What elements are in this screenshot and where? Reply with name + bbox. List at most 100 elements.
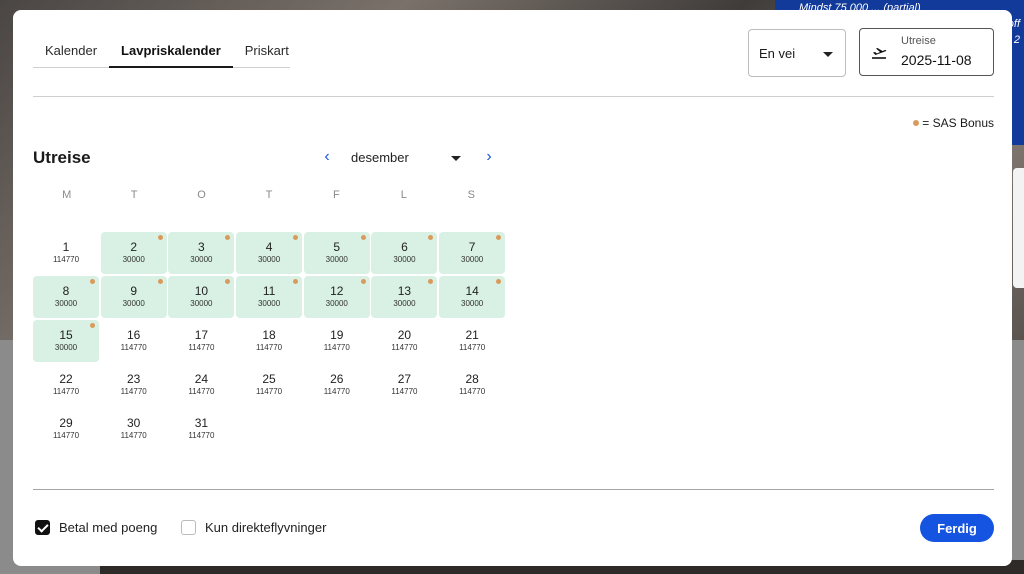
background-card-edge [1013,168,1024,288]
day-grid: 1 114770 2 30000 3 30000 4 30000 5 30000 6 30000 7 30… [33,232,506,450]
day-cell[interactable]: 17 114770 [168,320,234,362]
day-price: 114770 [391,343,418,352]
day-number: 11 [262,284,276,298]
day-number: 28 [465,372,479,386]
tab-kalender[interactable]: Kalender [33,40,109,68]
direct-flights-checkbox[interactable]: Kun direkteflyvninger [181,520,326,535]
calendar-modal: Kalender Lavpriskalender Priskart En vei… [13,10,1012,566]
checkbox-unchecked-icon[interactable] [181,520,196,535]
day-cell[interactable]: 28 114770 [439,364,505,406]
day-price: 114770 [459,343,486,352]
pay-with-points-checkbox[interactable]: Betal med poeng [35,520,157,535]
day-number: 29 [59,416,73,430]
day-number: 2 [130,240,138,254]
pay-with-points-label: Betal med poeng [59,520,158,535]
weekday-label: O [197,189,206,201]
weekday-label: L [400,189,407,201]
chevron-left-icon[interactable]: ‹ [320,148,334,166]
day-number: 18 [262,328,276,342]
day-cell[interactable]: 1 114770 [33,232,99,274]
day-price: 30000 [461,255,484,264]
day-number: 5 [333,240,341,254]
divider [33,96,994,97]
day-cell[interactable]: 2 30000 [100,232,167,274]
day-cell[interactable]: 25 114770 [236,364,302,406]
day-number: 4 [265,240,273,254]
day-price: 30000 [122,299,145,308]
day-cell[interactable]: 16 114770 [101,320,167,362]
day-cell[interactable]: 23 114770 [101,364,167,406]
day-cell[interactable]: 3 30000 [168,232,235,274]
day-number: 25 [262,372,276,386]
tab-lavpriskalender[interactable]: Lavpriskalender [109,40,233,68]
day-number: 1 [62,240,70,254]
day-price: 114770 [188,343,215,352]
trip-type-select[interactable]: En vei [748,29,846,77]
departure-date-field[interactable]: Utreise 2025-11-08 [859,28,994,76]
day-cell[interactable]: 31 114770 [168,408,234,450]
calendar-title: Utreise [33,148,91,167]
day-cell[interactable]: 6 30000 [371,232,438,274]
bonus-dot-icon [360,235,366,240]
day-price: 114770 [256,387,283,396]
day-number: 14 [465,284,479,298]
day-cell[interactable]: 9 30000 [100,276,167,318]
day-cell[interactable]: 21 114770 [439,320,505,362]
chevron-right-icon[interactable]: › [482,148,496,166]
bonus-dot-icon [157,235,163,240]
day-number: 20 [397,328,412,342]
bonus-dot-icon [360,279,366,284]
day-cell[interactable]: 30 114770 [101,408,167,450]
day-cell[interactable]: 14 30000 [439,276,506,318]
day-cell[interactable]: 7 30000 [439,232,506,274]
day-price: 114770 [391,387,418,396]
day-number: 9 [130,284,138,298]
day-price: 114770 [459,387,486,396]
day-number: 31 [194,416,209,430]
day-cell[interactable]: 15 30000 [33,320,99,362]
day-price: 114770 [52,431,80,440]
direct-flights-label: Kun direkteflyvninger [205,520,327,535]
day-cell[interactable]: 24 114770 [168,364,234,406]
day-price: 30000 [461,299,484,308]
calendar-tabs: Kalender Lavpriskalender Priskart [33,40,290,68]
day-price: 30000 [54,299,78,308]
day-cell[interactable]: 18 114770 [236,320,302,362]
divider [33,489,994,490]
day-cell[interactable]: 19 114770 [304,320,370,362]
day-cell[interactable]: 27 114770 [371,364,437,406]
day-cell[interactable]: 29 114770 [33,408,99,450]
day-price: 30000 [54,343,78,352]
day-cell[interactable]: 20 114770 [371,320,437,362]
day-cell[interactable]: 12 30000 [303,276,370,318]
bonus-dot-icon [157,279,163,284]
day-number: 8 [62,284,70,298]
departure-value: 2025-11-08 [901,52,972,68]
month-select[interactable]: desember [351,150,409,165]
day-cell[interactable]: 10 30000 [168,276,235,318]
tab-priskart[interactable]: Priskart [233,40,301,68]
bonus-legend: = SAS Bonus [913,116,994,130]
day-number: 26 [330,372,344,386]
day-price: 114770 [120,343,147,352]
day-cell[interactable]: 26 114770 [304,364,370,406]
weekday-label: S [467,189,475,201]
day-price: 30000 [393,255,416,264]
plane-takeoff-icon [872,48,887,59]
chevron-down-icon [823,52,833,57]
chevron-down-icon[interactable] [451,156,461,161]
day-number: 24 [194,372,209,386]
day-price: 30000 [325,255,348,264]
day-cell[interactable]: 5 30000 [303,232,370,274]
day-number: 30 [127,416,141,430]
day-number: 21 [465,328,479,342]
day-cell[interactable]: 4 30000 [236,232,303,274]
day-cell[interactable]: 8 30000 [33,276,99,318]
day-price: 114770 [323,343,350,352]
checkbox-checked-icon[interactable] [35,520,50,535]
done-button[interactable]: Ferdig [920,514,994,542]
day-price: 30000 [393,299,416,308]
day-cell[interactable]: 11 30000 [236,276,303,318]
day-cell[interactable]: 13 30000 [371,276,438,318]
day-cell[interactable]: 22 114770 [33,364,99,406]
